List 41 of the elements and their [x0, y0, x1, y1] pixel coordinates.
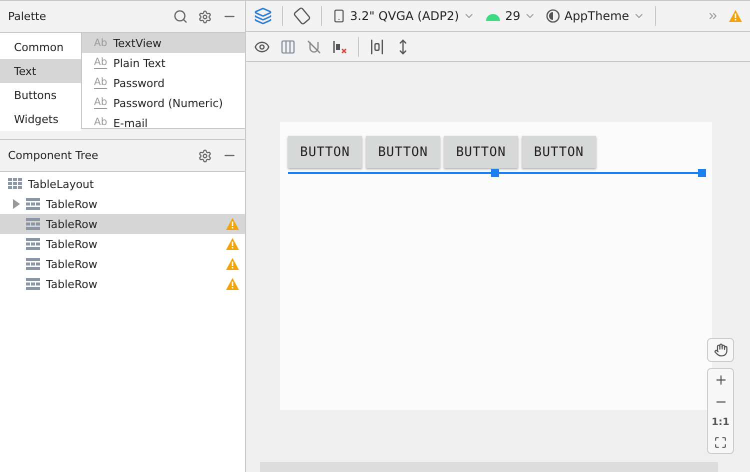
hand-icon — [714, 343, 728, 357]
theme-dropdown[interactable]: AppTheme — [546, 9, 646, 23]
palette-item[interactable]: Ab TextView — [82, 33, 245, 53]
table-row-icon — [26, 218, 40, 230]
eye-icon[interactable] — [254, 38, 270, 54]
zoom-in-icon[interactable] — [714, 373, 728, 387]
panel-title: Palette — [8, 10, 48, 23]
pan-button[interactable] — [707, 338, 734, 362]
more-icon[interactable] — [707, 10, 719, 22]
panel-title: Component Tree — [8, 149, 100, 162]
palette-category[interactable]: Text — [0, 59, 81, 83]
preview-button[interactable]: BUTTON — [366, 136, 440, 168]
clear-constraints-icon[interactable] — [332, 38, 348, 54]
grid-icon — [8, 178, 22, 190]
preview-button[interactable]: BUTTON — [288, 136, 362, 168]
phone-icon — [332, 9, 346, 23]
theme-icon — [546, 9, 560, 23]
android-icon — [485, 11, 502, 21]
tree-item[interactable]: TableRow — [0, 214, 245, 234]
table-row-icon — [26, 278, 40, 290]
magnet-off-icon[interactable] — [306, 38, 322, 54]
resize-handle[interactable] — [491, 169, 499, 177]
preview-button[interactable]: BUTTON — [522, 136, 596, 168]
search-icon[interactable] — [173, 9, 188, 24]
table-row-icon — [26, 198, 40, 210]
text-widget-icon: Ab — [94, 38, 108, 48]
layers-icon[interactable] — [254, 7, 272, 25]
api-level-dropdown[interactable]: 29 — [485, 9, 536, 23]
resize-handle[interactable] — [698, 169, 706, 177]
actual-size-button[interactable]: 1:1 — [712, 417, 730, 428]
device-dropdown[interactable]: 3.2" QVGA (ADP2) — [332, 9, 476, 23]
table-row-icon — [26, 258, 40, 270]
fit-screen-icon[interactable] — [714, 436, 727, 449]
pack-horizontal-icon[interactable] — [369, 38, 385, 54]
settings-icon[interactable] — [198, 148, 212, 162]
columns-icon[interactable] — [280, 38, 296, 54]
preview-button[interactable]: BUTTON — [444, 136, 518, 168]
table-row-icon — [26, 238, 40, 250]
settings-icon[interactable] — [198, 10, 212, 24]
caret-right-icon[interactable] — [12, 199, 20, 209]
rotate-icon[interactable] — [293, 7, 311, 25]
